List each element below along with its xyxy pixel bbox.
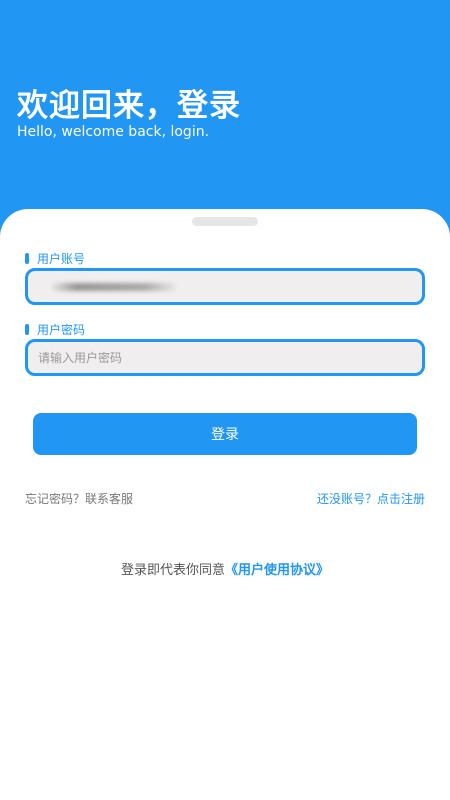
account-field[interactable] bbox=[25, 268, 425, 305]
sheet-drag-handle[interactable] bbox=[192, 217, 258, 226]
login-sheet: 用户账号 用户密码 登录 忘记密码？联系客服 还没账号？点击注册 登录即代表你同… bbox=[0, 209, 450, 800]
page-subtitle: Hello, welcome back, login. bbox=[17, 124, 210, 140]
page-title: 欢迎回来，登录 bbox=[17, 88, 241, 124]
header-banner: 欢迎回来，登录 Hello, welcome back, login. bbox=[0, 0, 450, 240]
login-button[interactable]: 登录 bbox=[33, 413, 417, 455]
account-label: 用户账号 bbox=[25, 250, 85, 267]
label-marker bbox=[25, 253, 29, 264]
agreement-notice: 登录即代表你同意《用户使用协议》 bbox=[0, 559, 450, 578]
account-label-text: 用户账号 bbox=[37, 252, 86, 266]
label-marker bbox=[25, 324, 29, 335]
forgot-password-link[interactable]: 忘记密码？联系客服 bbox=[25, 490, 133, 507]
password-label-text: 用户密码 bbox=[37, 323, 86, 337]
user-agreement-link[interactable]: 《用户使用协议》 bbox=[225, 563, 329, 578]
register-link[interactable]: 还没账号？点击注册 bbox=[317, 490, 425, 507]
password-field[interactable] bbox=[25, 339, 425, 376]
account-value-redacted bbox=[52, 283, 176, 291]
password-input[interactable] bbox=[28, 342, 422, 373]
agreement-text: 登录即代表你同意 bbox=[120, 563, 225, 578]
password-label: 用户密码 bbox=[25, 321, 85, 338]
